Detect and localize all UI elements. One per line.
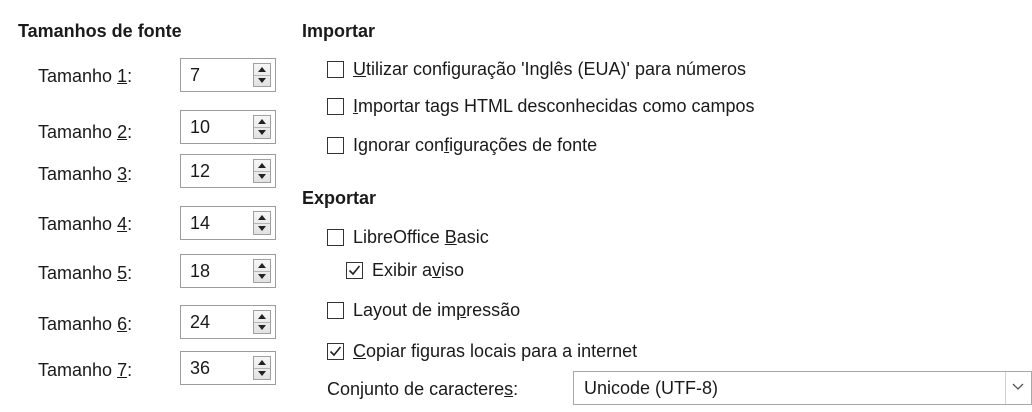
use-english-locale-checkbox[interactable] [327, 61, 344, 78]
import-heading: Importar [302, 21, 376, 41]
size-3-label: Tamanho 3: [38, 164, 133, 184]
spin-up-icon[interactable] [258, 360, 266, 365]
size-7-value[interactable]: 36 [190, 358, 210, 379]
size-3-value[interactable]: 12 [190, 161, 210, 182]
spin-up-icon[interactable] [258, 163, 266, 168]
size-6-value[interactable]: 24 [190, 312, 210, 333]
spin-down-icon[interactable] [258, 226, 266, 231]
size-2-label: Tamanho 2: [38, 122, 133, 142]
chevron-down-icon [1012, 383, 1024, 390]
spin-down-icon[interactable] [258, 78, 266, 83]
size-1-value[interactable]: 7 [190, 65, 200, 86]
ignore-font-settings-option[interactable]: Ignorar configurações de fonte [327, 135, 597, 156]
checkmark-icon [329, 346, 342, 357]
charset-select[interactable]: Unicode (UTF-8) [573, 371, 1032, 405]
size-6-spin-buttons[interactable] [253, 310, 271, 334]
import-unknown-tags-checkbox[interactable] [327, 98, 344, 115]
size-6-label: Tamanho 6: [38, 314, 133, 334]
spin-up-icon[interactable] [258, 215, 266, 220]
spin-down-icon[interactable] [258, 325, 266, 330]
size-2-spinbox[interactable]: 10 [180, 110, 276, 144]
size-1-spinbox[interactable]: 7 [180, 58, 276, 92]
font-sizes-heading: Tamanhos de fonte [18, 21, 182, 41]
size-3-spinbox[interactable]: 12 [180, 154, 276, 188]
use-english-locale-label: Utilizar configuração 'Inglês (EUA)' par… [353, 59, 747, 79]
print-layout-label: Layout de impressão [353, 300, 521, 320]
spin-down-icon[interactable] [258, 371, 266, 376]
spin-up-icon[interactable] [258, 67, 266, 72]
size-3-spin-buttons[interactable] [253, 159, 271, 183]
size-4-value[interactable]: 14 [190, 213, 210, 234]
checkmark-icon [348, 265, 361, 276]
size-6-spinbox[interactable]: 24 [180, 305, 276, 339]
size-5-spin-buttons[interactable] [253, 259, 271, 283]
size-7-spin-buttons[interactable] [253, 356, 271, 380]
spin-down-icon[interactable] [258, 130, 266, 135]
libreoffice-basic-option[interactable]: LibreOffice Basic [327, 227, 489, 248]
size-2-spin-buttons[interactable] [253, 115, 271, 139]
size-2-value[interactable]: 10 [190, 117, 210, 138]
size-1-spin-buttons[interactable] [253, 63, 271, 87]
print-layout-checkbox[interactable] [327, 302, 344, 319]
size-5-value[interactable]: 18 [190, 261, 210, 282]
charset-dropdown-button[interactable] [1005, 372, 1031, 404]
import-unknown-tags-option[interactable]: Importar tags HTML desconhecidas como ca… [327, 96, 755, 117]
export-heading: Exportar [302, 188, 377, 208]
size-7-label: Tamanho 7: [38, 360, 133, 380]
show-warning-checkbox[interactable] [346, 262, 363, 279]
size-5-label: Tamanho 5: [38, 263, 133, 283]
size-7-spinbox[interactable]: 36 [180, 351, 276, 385]
copy-local-images-label: Copiar figuras locais para a internet [353, 341, 638, 361]
size-1-label: Tamanho 1: [38, 66, 133, 86]
charset-value: Unicode (UTF-8) [584, 378, 719, 398]
spin-up-icon[interactable] [258, 263, 266, 268]
size-4-spinbox[interactable]: 14 [180, 206, 276, 240]
use-english-locale-option[interactable]: Utilizar configuração 'Inglês (EUA)' par… [327, 59, 746, 80]
libreoffice-basic-label: LibreOffice Basic [353, 227, 489, 247]
spin-down-icon[interactable] [258, 174, 266, 179]
copy-local-images-checkbox[interactable] [327, 343, 344, 360]
libreoffice-basic-checkbox[interactable] [327, 229, 344, 246]
ignore-font-settings-label: Ignorar configurações de fonte [353, 135, 598, 155]
size-4-label: Tamanho 4: [38, 214, 133, 234]
ignore-font-settings-checkbox[interactable] [327, 137, 344, 154]
show-warning-label: Exibir aviso [372, 260, 465, 280]
spin-up-icon[interactable] [258, 314, 266, 319]
size-5-spinbox[interactable]: 18 [180, 254, 276, 288]
spin-up-icon[interactable] [258, 119, 266, 124]
charset-label: Conjunto de caractere s: [327, 379, 519, 399]
print-layout-option[interactable]: Layout de impressão [327, 300, 520, 321]
import-unknown-tags-label: Importar tags HTML desconhecidas como ca… [353, 96, 755, 116]
copy-local-images-option[interactable]: Copiar figuras locais para a internet [327, 341, 637, 362]
size-4-spin-buttons[interactable] [253, 211, 271, 235]
spin-down-icon[interactable] [258, 274, 266, 279]
show-warning-option[interactable]: Exibir aviso [346, 260, 464, 281]
